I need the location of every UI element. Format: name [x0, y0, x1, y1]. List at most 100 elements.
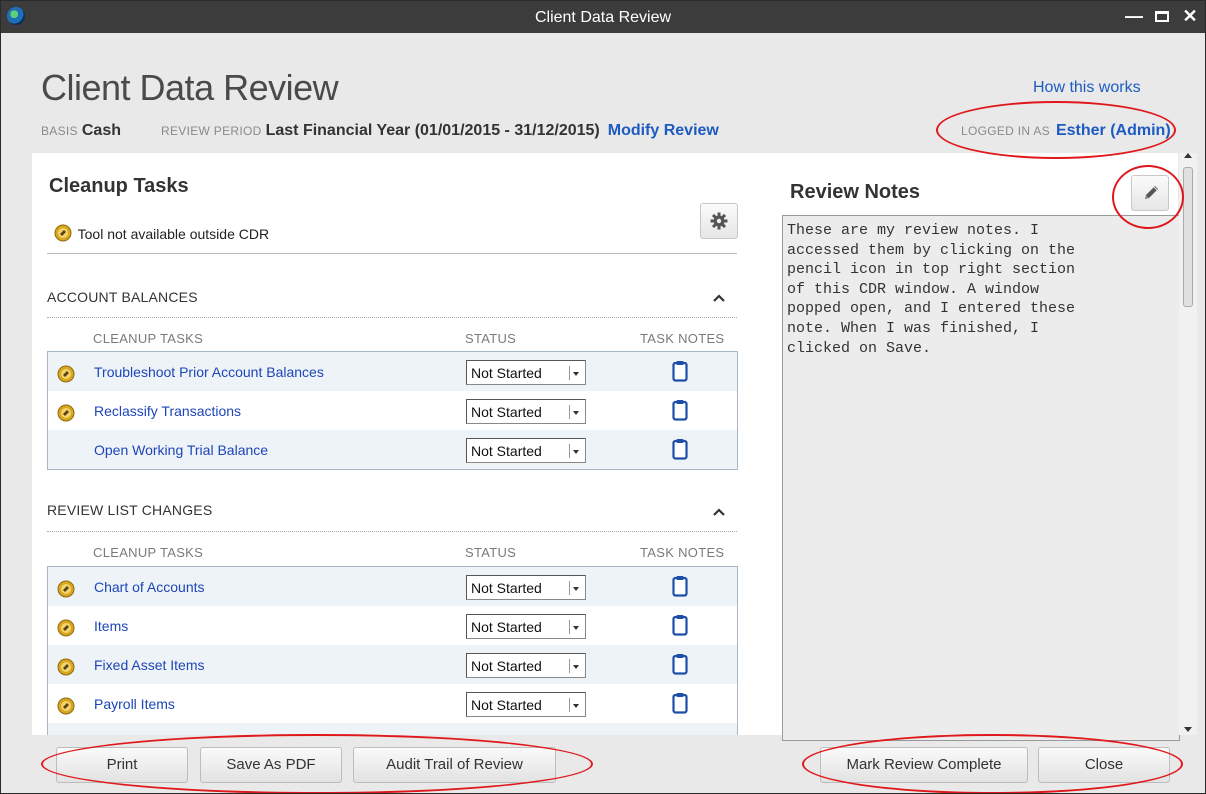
- status-value: Not Started: [471, 365, 542, 381]
- scroll-down-arrow-icon[interactable]: [1184, 727, 1192, 732]
- table-row: Open Working Trial Balance Not Started: [48, 430, 737, 469]
- basis-info: BASIS Cash: [41, 122, 121, 140]
- dropdown-arrow-icon: [569, 581, 581, 595]
- cdr-tool-icon: [57, 619, 75, 637]
- basis-value: Cash: [81, 122, 121, 139]
- col-head-tasks: CLEANUP TASKS: [93, 331, 204, 346]
- dropdown-arrow-icon: [569, 444, 581, 458]
- task-link[interactable]: Open Working Trial Balance: [94, 442, 268, 458]
- status-select[interactable]: Not Started: [466, 360, 586, 385]
- col-head-status: STATUS: [465, 331, 517, 346]
- status-value: Not Started: [471, 658, 542, 674]
- cdr-tool-icon: [57, 658, 75, 676]
- dropdown-arrow-icon: [569, 366, 581, 380]
- settings-button[interactable]: [700, 203, 738, 239]
- review-notes-heading: Review Notes: [790, 181, 921, 203]
- cdr-tool-icon: [57, 404, 75, 422]
- account-balances-table: Troubleshoot Prior Account Balances Not …: [47, 351, 738, 470]
- dropdown-arrow-icon: [569, 405, 581, 419]
- task-notes-clipboard-icon[interactable]: [672, 575, 688, 597]
- section-account-balances: ACCOUNT BALANCES: [47, 289, 198, 305]
- print-button[interactable]: Print: [56, 747, 188, 783]
- logged-in-user[interactable]: Esther (Admin): [1056, 122, 1171, 139]
- basis-label: BASIS: [41, 124, 78, 138]
- scroll-thumb[interactable]: [1183, 167, 1193, 307]
- task-notes-clipboard-icon[interactable]: [672, 614, 688, 636]
- review-notes-panel: Review Notes These are my review notes. …: [754, 153, 1180, 741]
- review-list-changes-table: Chart of Accounts Not Started Items Not …: [47, 566, 738, 735]
- task-link[interactable]: Chart of Accounts: [94, 579, 205, 595]
- task-link[interactable]: Reclassify Transactions: [94, 403, 241, 419]
- table-row: Fixed Asset Items Not Started: [48, 645, 737, 684]
- task-notes-clipboard-icon[interactable]: [672, 360, 688, 382]
- col-head-notes: TASK NOTES: [640, 545, 725, 560]
- status-value: Not Started: [471, 404, 542, 420]
- dropdown-arrow-icon: [569, 620, 581, 634]
- status-select[interactable]: Not Started: [466, 653, 586, 678]
- status-select[interactable]: Not Started: [466, 692, 586, 717]
- audit-trail-button[interactable]: Audit Trail of Review: [353, 747, 556, 783]
- section-divider: [47, 317, 737, 318]
- col-head-notes: TASK NOTES: [640, 331, 725, 346]
- collapse-chevron-icon[interactable]: [712, 505, 726, 519]
- table-row: Reclassify Transactions Not Started: [48, 391, 737, 430]
- status-value: Not Started: [471, 697, 542, 713]
- table-row: Items Not Started: [48, 606, 737, 645]
- client-data-review-window: Client Data Review — ✕ Client Data Revie…: [0, 0, 1206, 794]
- cleanup-tasks-heading: Cleanup Tasks: [49, 175, 189, 197]
- page-title: Client Data Review: [41, 67, 339, 108]
- dropdown-arrow-icon: [569, 659, 581, 673]
- save-as-pdf-button[interactable]: Save As PDF: [200, 747, 342, 783]
- mark-review-complete-button[interactable]: Mark Review Complete: [820, 747, 1028, 783]
- section-review-list-changes: REVIEW LIST CHANGES: [47, 502, 213, 518]
- col-head-tasks: CLEANUP TASKS: [93, 545, 204, 560]
- edit-notes-button[interactable]: [1131, 175, 1169, 211]
- status-select[interactable]: Not Started: [466, 575, 586, 600]
- task-link[interactable]: Troubleshoot Prior Account Balances: [94, 364, 324, 380]
- cdr-tool-icon: [54, 224, 72, 242]
- task-notes-clipboard-icon[interactable]: [672, 438, 688, 460]
- status-select[interactable]: Not Started: [466, 399, 586, 424]
- cdr-tool-icon: [57, 697, 75, 715]
- task-link[interactable]: Items: [94, 618, 128, 634]
- cleanup-tasks-panel: Cleanup Tasks Tool not available outside…: [32, 153, 754, 735]
- col-head-status: STATUS: [465, 545, 517, 560]
- divider: [47, 253, 737, 254]
- review-period-info: REVIEW PERIOD Last Financial Year (01/01/…: [161, 122, 719, 140]
- status-value: Not Started: [471, 443, 542, 459]
- table-row: [48, 723, 737, 735]
- task-link[interactable]: Fixed Asset Items: [94, 657, 204, 673]
- section-divider: [47, 531, 737, 532]
- task-notes-clipboard-icon[interactable]: [672, 692, 688, 714]
- logged-in-info: LOGGED IN AS Esther (Admin): [961, 122, 1171, 140]
- gear-icon: [710, 212, 728, 230]
- review-notes-text[interactable]: These are my review notes. I accessed th…: [782, 215, 1180, 741]
- status-value: Not Started: [471, 619, 542, 635]
- minimize-icon[interactable]: —: [1123, 5, 1145, 27]
- status-select[interactable]: Not Started: [466, 614, 586, 639]
- close-button[interactable]: Close: [1038, 747, 1170, 783]
- review-period-label: REVIEW PERIOD: [161, 124, 262, 138]
- title-bar: Client Data Review — ✕: [1, 1, 1205, 33]
- how-this-works-link[interactable]: How this works: [1033, 79, 1141, 97]
- status-select[interactable]: Not Started: [466, 438, 586, 463]
- cdr-tool-icon: [57, 365, 75, 383]
- task-notes-clipboard-icon[interactable]: [672, 399, 688, 421]
- close-icon[interactable]: ✕: [1179, 5, 1201, 27]
- review-period-value: Last Financial Year (01/01/2015 - 31/12/…: [265, 122, 600, 139]
- collapse-chevron-icon[interactable]: [712, 291, 726, 305]
- task-link[interactable]: Payroll Items: [94, 696, 175, 712]
- logged-in-label: LOGGED IN AS: [961, 124, 1050, 138]
- maximize-icon[interactable]: [1151, 5, 1173, 27]
- modify-review-link[interactable]: Modify Review: [608, 122, 719, 139]
- status-value: Not Started: [471, 580, 542, 596]
- legend-text: Tool not available outside CDR: [77, 226, 270, 242]
- legend: Tool not available outside CDR: [54, 221, 269, 242]
- table-row: Troubleshoot Prior Account Balances Not …: [48, 352, 737, 391]
- pencil-icon: [1145, 186, 1158, 199]
- scroll-up-arrow-icon[interactable]: [1184, 153, 1192, 158]
- vertical-scrollbar[interactable]: [1179, 153, 1197, 735]
- task-notes-clipboard-icon[interactable]: [672, 653, 688, 675]
- cdr-tool-icon: [57, 580, 75, 598]
- dropdown-arrow-icon: [569, 698, 581, 712]
